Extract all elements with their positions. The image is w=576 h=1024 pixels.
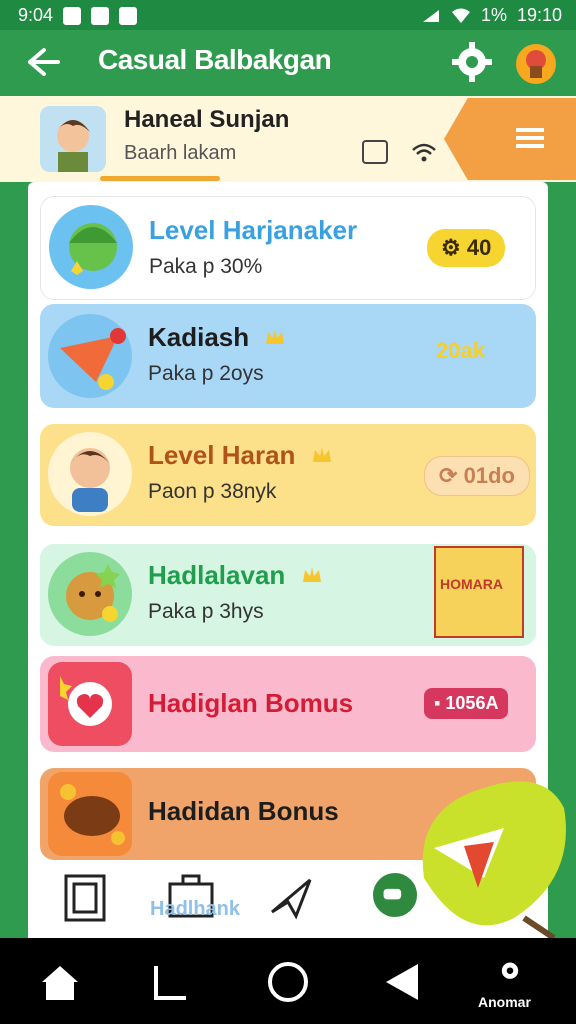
wifi-icon xyxy=(412,143,436,162)
list-item[interactable]: Hadlalavan Paka p 3hys HOMARA xyxy=(40,544,536,646)
crown-icon xyxy=(302,567,321,582)
badge-value: 40 xyxy=(466,235,492,260)
back-triangle-icon[interactable] xyxy=(380,960,424,1004)
user-face-icon xyxy=(40,106,106,172)
row-title: Hadiglan Bomus xyxy=(148,688,354,718)
hat-figure-icon xyxy=(69,223,117,275)
status-badge: ⟳ 01do xyxy=(424,456,530,496)
slice-figure-icon xyxy=(60,328,126,390)
status-right: 1% 19:10 xyxy=(421,5,562,26)
badge-value: 01do xyxy=(463,463,515,488)
recents-icon[interactable] xyxy=(148,960,192,1004)
book-icon[interactable] xyxy=(60,870,110,926)
leaf-decoration xyxy=(422,781,566,938)
list-item[interactable]: Hadiglan Bomus ▪ 1056A xyxy=(40,656,536,752)
row-title-text: Level Haran xyxy=(148,440,296,470)
camera-icon xyxy=(119,6,138,25)
row-subtitle: Paon p 38nyk xyxy=(148,480,277,503)
promo-text: HOMARA xyxy=(440,576,503,592)
status-badge: 20ak xyxy=(436,338,485,363)
status-bar: 9:04 1% 19:10 xyxy=(0,0,576,30)
bean-figure-icon xyxy=(60,784,125,845)
character-avatar xyxy=(48,432,132,516)
boy-face-icon xyxy=(70,448,110,512)
image-icon xyxy=(91,6,110,25)
gear-icon[interactable] xyxy=(452,42,492,82)
row-title: Hadlalavan xyxy=(148,560,323,591)
signal-icon xyxy=(422,9,439,22)
arrow-left-icon[interactable] xyxy=(22,44,62,80)
row-title-text: Kadiash xyxy=(148,322,250,352)
menu-tab[interactable] xyxy=(444,98,576,180)
row-title: Level Harjanaker xyxy=(149,215,358,245)
bottom-label: Hadlhank xyxy=(150,898,241,920)
coin-icon: ⚙ xyxy=(441,235,461,260)
promo-card[interactable]: HOMARA xyxy=(434,546,524,638)
chest-icon xyxy=(48,552,132,636)
profile-avatar-icon[interactable] xyxy=(516,44,556,84)
home-icon[interactable] xyxy=(38,960,82,1004)
heart-figure-icon xyxy=(60,676,112,726)
tab-underline xyxy=(100,176,220,181)
plane-icon[interactable] xyxy=(266,872,316,922)
crown-icon xyxy=(312,447,331,462)
profile-subtitle: Baarh lakam xyxy=(124,142,237,164)
row-subtitle: Paka p 2oys xyxy=(148,362,264,385)
status-badge: ⚙ 40 xyxy=(427,229,506,267)
assistant-icon[interactable] xyxy=(490,956,530,992)
row-title-text: Hadlalavan xyxy=(148,560,286,590)
badge-value: 1056A xyxy=(445,693,499,713)
chest-figure-icon xyxy=(66,564,120,622)
list-item[interactable]: Level Haran Paon p 38nyk ⟳ 01do xyxy=(40,424,536,526)
profile-name: Haneal Sunjan xyxy=(124,106,290,133)
hat-icon xyxy=(49,205,133,289)
crown-icon xyxy=(266,329,285,344)
app-bar: Casual Balbakgan xyxy=(0,30,576,96)
status-left: 9:04 xyxy=(18,5,138,26)
home-circle-icon[interactable] xyxy=(266,960,310,1004)
nav-label: Anomar xyxy=(478,994,531,1010)
hamburger-icon[interactable] xyxy=(516,124,544,152)
row-title: Hadidan Bonus xyxy=(148,796,339,826)
list-item[interactable]: Level Harjanaker Paka p 30% ⚙ 40 xyxy=(40,196,536,300)
row-subtitle: Paka p 3hys xyxy=(148,600,264,623)
ticket-icon: ▪ xyxy=(434,693,441,713)
wifi-icon xyxy=(451,8,470,23)
status-time-left: 9:04 xyxy=(18,5,54,25)
row-title: Kadiash xyxy=(148,322,286,353)
user-avatar xyxy=(40,106,106,172)
dropdown-icon[interactable] xyxy=(362,140,388,164)
status-time-right: 19:10 xyxy=(516,5,562,25)
refresh-icon: ⟳ xyxy=(439,463,458,488)
notification-icon xyxy=(63,6,82,25)
list-item[interactable]: Kadiash Paka p 2oys 20ak xyxy=(40,304,536,408)
heart-icon xyxy=(48,662,132,746)
row-title: Level Haran xyxy=(148,440,333,471)
avatar-figure-icon xyxy=(526,50,546,78)
app-title: Casual Balbakgan xyxy=(98,44,332,75)
row-subtitle: Paka p 30% xyxy=(149,255,263,278)
battery-text: 1% xyxy=(480,5,507,25)
bean-icon xyxy=(48,772,132,856)
slice-icon xyxy=(48,314,132,398)
status-badge: ▪ 1056A xyxy=(424,688,509,719)
